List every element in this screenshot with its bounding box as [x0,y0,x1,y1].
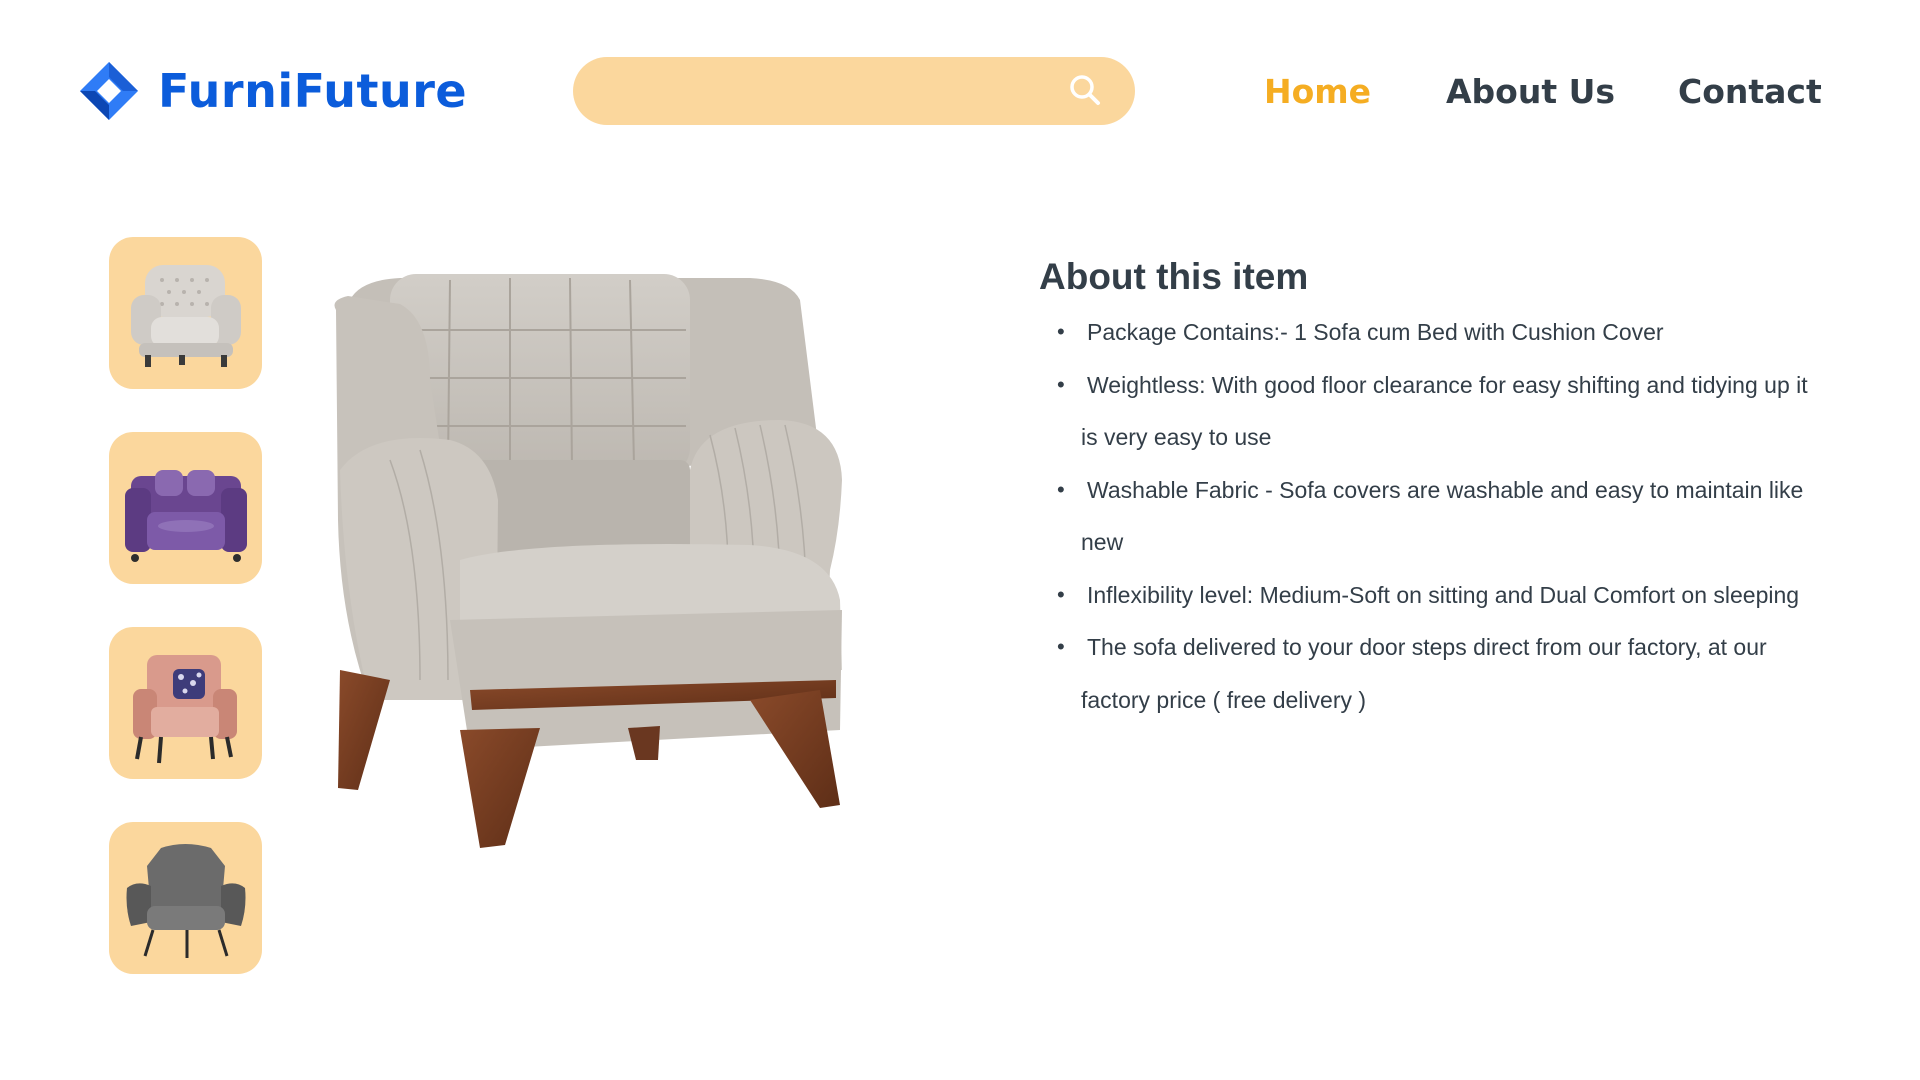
white-tufted-armchair-image [131,265,241,367]
feature-text: Inflexibility level: Medium-Soft on sitt… [1087,581,1800,608]
purple-velvet-armchair-image [125,470,247,562]
nav-contact[interactable]: Contact [1678,72,1822,111]
feature-text: Washable Fabric - Sofa covers are washab… [1081,476,1804,556]
nav-about-us[interactable]: About Us [1446,72,1615,111]
brand-logo[interactable]: FurniFuture [78,60,467,122]
thumbnail-grey-wingback-chair[interactable] [109,822,262,974]
pink-armchair-with-cushion-image [133,655,237,764]
feature-text: Package Contains:- 1 Sofa cum Bed with C… [1087,319,1664,345]
feature-list: Package Contains:- 1 Sofa cum Bed with C… [1039,306,1819,726]
about-title: About this item [1039,256,1309,297]
feature-item: Inflexibility level: Medium-Soft on sitt… [1039,569,1819,622]
nav-home[interactable]: Home [1264,72,1371,111]
feature-text: Weightless: With good floor clearance fo… [1081,371,1808,451]
feature-item: Weightless: With good floor clearance fo… [1039,359,1819,464]
search-bar [573,57,1135,125]
grey-wingback-chair-image [126,844,246,958]
feature-item: Package Contains:- 1 Sofa cum Bed with C… [1039,306,1819,359]
feature-item: Washable Fabric - Sofa covers are washab… [1039,464,1819,569]
diamond-logo-icon [80,62,138,120]
about-section: About this item Package Contains:- 1 Sof… [1039,256,1819,726]
search-icon[interactable] [1067,72,1103,108]
search-input[interactable] [603,57,1043,125]
feature-text: The sofa delivered to your door steps di… [1081,634,1767,713]
thumbnail-white-tufted-armchair[interactable] [109,237,262,389]
product-main-image [334,274,842,848]
thumbnail-purple-velvet-armchair[interactable] [109,432,262,584]
thumbnail-pink-armchair[interactable] [109,627,262,779]
feature-item: The sofa delivered to your door steps di… [1039,621,1819,726]
brand-name: FurniFuture [158,64,468,118]
